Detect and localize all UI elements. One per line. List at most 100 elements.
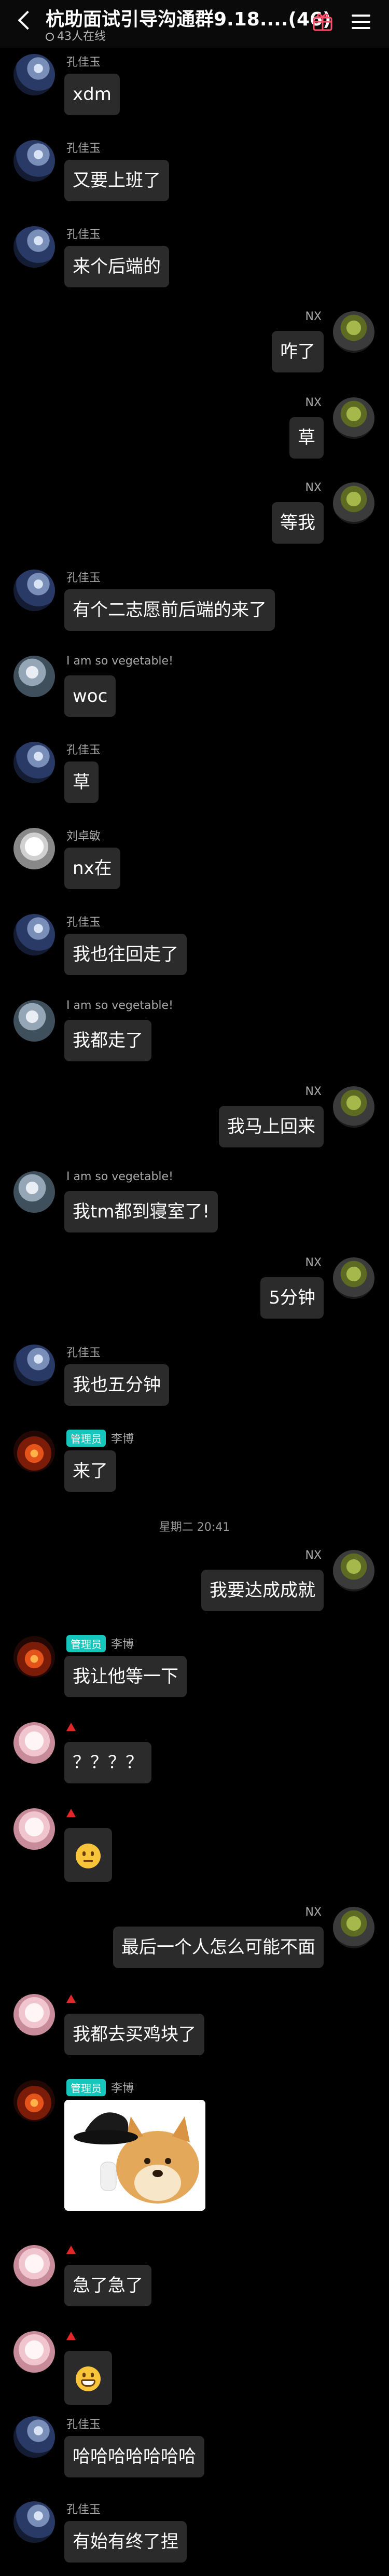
message-bubble[interactable]: 我让他等一下 [64, 1656, 187, 1697]
message-bubble[interactable]: 有个二志愿前后端的来了 [64, 589, 275, 631]
sender-name: I am so vegetable! [66, 655, 173, 668]
avatar[interactable] [333, 311, 374, 353]
avatar[interactable] [333, 1550, 374, 1591]
avatar[interactable] [13, 54, 55, 95]
sender-name: 刘卓敏 [66, 830, 101, 843]
sender-name: 管理员 李博 [66, 1430, 134, 1447]
message-bubble[interactable]: 我tm都到寝室了! [64, 1191, 218, 1232]
message-bubble[interactable]: 急了急了 [64, 2265, 151, 2306]
message-bubble[interactable]: 我要达成成就 [201, 1570, 324, 1611]
sender-name [66, 2244, 76, 2257]
sender-name: 管理员 李博 [66, 2079, 134, 2096]
sender-name [66, 1721, 76, 1734]
sender-name: NX [305, 1549, 322, 1562]
sender-name: NX [305, 1906, 322, 1919]
sender-name: 孔佳玉 [66, 228, 101, 241]
message-bubble[interactable]: 最后一个人怎么可能不面 [113, 1927, 324, 1968]
message-bubble[interactable]: xdm [64, 74, 120, 115]
avatar[interactable] [13, 1171, 55, 1213]
avatar[interactable] [13, 1808, 55, 1850]
sender-name: NX [305, 1256, 322, 1269]
message-bubble[interactable]: 来个后端的 [64, 246, 169, 287]
sender-name: 孔佳玉 [66, 2503, 101, 2516]
message-bubble[interactable]: 我马上回来 [219, 1106, 324, 1147]
message-bubble[interactable]: 草 [64, 761, 99, 803]
chat-header: 杭助面试引导沟通群9.18....(46) 43人在线 [0, 0, 389, 48]
online-count: 43人在线 [46, 27, 106, 44]
avatar[interactable] [333, 1257, 374, 1299]
sender-name: 管理员 李博 [66, 1635, 134, 1652]
sender-name: I am so vegetable! [66, 1170, 173, 1183]
chevron-left-icon[interactable] [18, 10, 37, 30]
sender-name-text: 李博 [111, 1638, 134, 1651]
message-bubble[interactable]: 有始有终了捏 [64, 2521, 187, 2563]
avatar[interactable] [13, 1994, 55, 2035]
gift-icon[interactable] [312, 11, 333, 31]
sender-name [66, 1993, 76, 2006]
neutral-face-emoji [76, 1843, 101, 1868]
menu-icon[interactable] [352, 15, 370, 29]
avatar[interactable] [13, 1431, 55, 1472]
message-bubble[interactable]: 哈哈哈哈哈哈哈 [64, 2436, 204, 2477]
message-bubble[interactable]: ？？？？ [64, 1742, 151, 1783]
avatar[interactable] [13, 570, 55, 611]
avatar[interactable] [13, 2331, 55, 2373]
avatar[interactable] [13, 742, 55, 783]
message-bubble[interactable] [64, 1828, 112, 1882]
avatar[interactable] [13, 226, 55, 268]
sender-name: NX [305, 396, 322, 409]
admin-badge: 管理员 [66, 1635, 106, 1652]
admin-badge: 管理员 [66, 2079, 106, 2096]
sender-name: I am so vegetable! [66, 999, 173, 1012]
message-timestamp: 星期二 20:41 [159, 1521, 230, 1534]
message-bubble[interactable] [64, 2351, 112, 2405]
message-bubble[interactable]: 5分钟 [260, 1277, 324, 1319]
message-bubble[interactable]: 草 [289, 417, 324, 459]
sender-name: NX [305, 1085, 322, 1098]
sender-mark-icon [66, 2246, 76, 2254]
message-bubble[interactable]: 我都去买鸡块了 [64, 2014, 204, 2055]
online-indicator-icon [46, 33, 54, 41]
sender-mark-icon [66, 1995, 76, 2003]
doge-with-hat-sticker[interactable] [64, 2100, 205, 2211]
sender-name: 孔佳玉 [66, 1347, 101, 1360]
avatar[interactable] [333, 482, 374, 524]
sender-name: 孔佳玉 [66, 56, 101, 69]
grinning-face-emoji [76, 2366, 101, 2391]
message-bubble[interactable]: 咋了 [272, 331, 324, 372]
avatar[interactable] [333, 397, 374, 439]
avatar[interactable] [13, 1636, 55, 1678]
online-count-text: 43人在线 [57, 30, 106, 43]
message-bubble[interactable]: 又要上班了 [64, 160, 169, 201]
avatar[interactable] [13, 1345, 55, 1386]
sender-name: 孔佳玉 [66, 744, 101, 757]
message-bubble[interactable]: 我都走了 [64, 1020, 151, 1061]
avatar[interactable] [13, 914, 55, 955]
message-bubble[interactable]: 我也五分钟 [64, 1364, 169, 1406]
avatar[interactable] [13, 2501, 55, 2543]
avatar[interactable] [13, 2416, 55, 2458]
message-bubble[interactable]: woc [64, 675, 116, 717]
message-bubble[interactable]: 我也往回走了 [64, 934, 187, 975]
avatar[interactable] [13, 140, 55, 182]
sender-name: NX [305, 310, 322, 323]
sender-mark-icon [66, 1723, 76, 1731]
sender-name: 孔佳玉 [66, 572, 101, 585]
avatar[interactable] [13, 828, 55, 869]
sender-name: 孔佳玉 [66, 916, 101, 929]
avatar[interactable] [333, 1086, 374, 1128]
sender-mark-icon [66, 2332, 76, 2340]
avatar[interactable] [333, 1907, 374, 1948]
avatar[interactable] [13, 656, 55, 697]
avatar[interactable] [13, 2245, 55, 2287]
message-bubble[interactable]: nx在 [64, 848, 120, 889]
sender-name: 孔佳玉 [66, 2418, 101, 2431]
message-bubble[interactable]: 等我 [272, 502, 324, 544]
message-bubble[interactable]: 来了 [64, 1450, 116, 1492]
avatar[interactable] [13, 1722, 55, 1764]
sender-mark-icon [66, 1809, 76, 1817]
admin-badge: 管理员 [66, 1430, 106, 1447]
avatar[interactable] [13, 1000, 55, 1042]
sender-name-text: 李博 [111, 1433, 134, 1446]
avatar[interactable] [13, 2080, 55, 2122]
